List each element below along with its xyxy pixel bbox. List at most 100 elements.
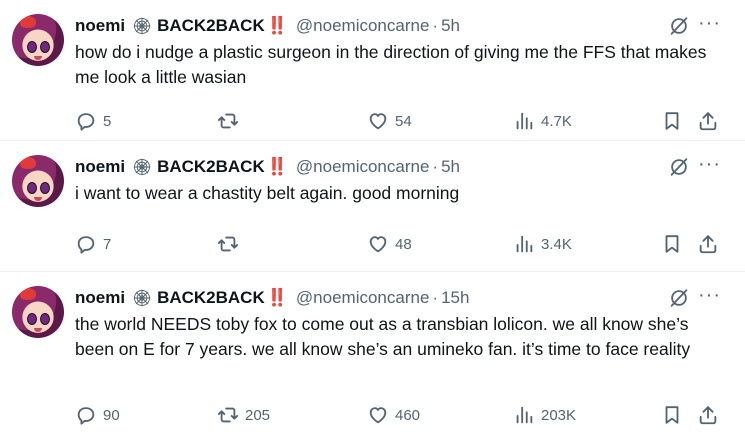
reply-count: 7 xyxy=(103,235,112,253)
spiderweb-icon xyxy=(133,17,151,35)
avatar-mouth xyxy=(34,56,42,60)
avatar-eye-right xyxy=(40,41,50,53)
avatar-mouth xyxy=(34,328,42,332)
share-button[interactable] xyxy=(697,402,719,428)
avatar[interactable] xyxy=(12,286,64,338)
reply-icon xyxy=(77,113,95,131)
retweet-icon xyxy=(217,113,239,129)
tweet-header: noemi BACK2BACK ‼️ @noemiconcarne · 5h xyxy=(75,14,655,38)
share-icon xyxy=(699,112,717,131)
share-button[interactable] xyxy=(697,108,719,134)
user-handle[interactable]: @noemiconcarne xyxy=(296,16,430,36)
display-name-suffix[interactable]: BACK2BACK xyxy=(157,157,265,177)
avatar-bow xyxy=(20,16,36,28)
action-bar: 5 54 4.7K xyxy=(75,108,725,134)
retweet-button[interactable] xyxy=(217,231,245,257)
reply-count: 90 xyxy=(103,406,120,424)
more-icon[interactable]: ··· xyxy=(698,153,721,176)
share-icon xyxy=(699,406,717,425)
avatar-eye-left xyxy=(27,41,37,53)
double-exclamation-emoji: ‼️ xyxy=(266,16,288,35)
views-button[interactable]: 3.4K xyxy=(513,231,572,257)
avatar-bow xyxy=(20,288,36,300)
display-name-suffix[interactable]: BACK2BACK xyxy=(157,288,265,308)
avatar[interactable] xyxy=(12,155,64,207)
heart-icon xyxy=(369,236,387,253)
grok-icon[interactable] xyxy=(668,15,690,37)
grok-icon[interactable] xyxy=(668,287,690,309)
tweet-header: noemi BACK2BACK ‼️ @noemiconcarne · 5h xyxy=(75,155,655,179)
avatar[interactable] xyxy=(12,14,64,66)
action-bar: 90 205 460 203K xyxy=(75,402,725,428)
retweet-icon xyxy=(217,407,239,423)
timestamp[interactable]: 15h xyxy=(441,288,469,308)
display-name[interactable]: noemi xyxy=(75,157,125,177)
reply-button[interactable]: 5 xyxy=(75,108,111,134)
tweet-text: i want to wear a chastity belt again. go… xyxy=(75,183,460,203)
avatar-eye-right xyxy=(40,182,50,194)
views-count: 4.7K xyxy=(541,112,572,130)
retweet-count: 205 xyxy=(245,406,271,424)
timestamp[interactable]: 5h xyxy=(441,16,460,36)
bookmark-button[interactable] xyxy=(661,231,683,257)
display-name-suffix[interactable]: BACK2BACK xyxy=(157,16,265,36)
display-name[interactable]: noemi xyxy=(75,288,125,308)
views-icon xyxy=(516,406,533,424)
views-button[interactable]: 203K xyxy=(513,402,576,428)
retweet-icon xyxy=(217,236,239,252)
heart-icon xyxy=(369,407,387,424)
like-button[interactable]: 48 xyxy=(367,231,412,257)
like-count: 460 xyxy=(395,406,421,424)
share-button[interactable] xyxy=(697,231,719,257)
views-icon xyxy=(516,112,533,130)
avatar-mouth xyxy=(34,197,42,201)
tweet-header: noemi BACK2BACK ‼️ @noemiconcarne · 15h xyxy=(75,286,655,310)
tweet-text: the world NEEDS toby fox to come out as … xyxy=(75,314,691,359)
timestamp[interactable]: 5h xyxy=(441,157,460,177)
tweet[interactable]: noemi BACK2BACK ‼️ @noemiconcarne · 15h … xyxy=(0,272,745,440)
more-icon[interactable]: ··· xyxy=(698,12,721,35)
share-icon xyxy=(699,235,717,254)
like-count: 48 xyxy=(395,235,412,253)
retweet-button[interactable] xyxy=(217,108,245,134)
bookmark-button[interactable] xyxy=(661,402,683,428)
reply-icon xyxy=(77,236,95,254)
bookmark-icon xyxy=(665,406,679,424)
avatar-bow xyxy=(20,157,36,169)
reply-button[interactable]: 7 xyxy=(75,231,111,257)
grok-icon[interactable] xyxy=(668,156,690,178)
more-icon[interactable]: ··· xyxy=(698,284,721,307)
reply-button[interactable]: 90 xyxy=(75,402,120,428)
tweet-text: how do i nudge a plastic surgeon in the … xyxy=(75,42,707,87)
views-icon xyxy=(516,235,533,253)
avatar-eye-right xyxy=(40,313,50,325)
separator-dot: · xyxy=(432,16,439,35)
reply-icon xyxy=(77,407,95,425)
bookmark-icon xyxy=(665,235,679,253)
heart-icon xyxy=(369,113,387,130)
double-exclamation-emoji: ‼️ xyxy=(266,157,288,176)
double-exclamation-emoji: ‼️ xyxy=(266,288,288,307)
like-button[interactable]: 460 xyxy=(367,402,420,428)
bookmark-button[interactable] xyxy=(661,108,683,134)
spiderweb-icon xyxy=(133,289,151,307)
like-button[interactable]: 54 xyxy=(367,108,412,134)
user-handle[interactable]: @noemiconcarne xyxy=(296,157,430,177)
separator-dot: · xyxy=(432,157,439,176)
display-name[interactable]: noemi xyxy=(75,16,125,36)
views-count: 203K xyxy=(541,406,577,424)
avatar-eye-left xyxy=(27,313,37,325)
separator-dot: · xyxy=(432,288,439,307)
spiderweb-icon xyxy=(133,158,151,176)
user-handle[interactable]: @noemiconcarne xyxy=(296,288,430,308)
views-count: 3.4K xyxy=(541,235,572,253)
avatar-eye-left xyxy=(27,182,37,194)
retweet-button[interactable]: 205 xyxy=(217,402,270,428)
like-count: 54 xyxy=(395,112,412,130)
tweet[interactable]: noemi BACK2BACK ‼️ @noemiconcarne · 5h ·… xyxy=(0,0,745,141)
bookmark-icon xyxy=(665,112,679,130)
tweet[interactable]: noemi BACK2BACK ‼️ @noemiconcarne · 5h ·… xyxy=(0,141,745,272)
reply-count: 5 xyxy=(103,112,112,130)
views-button[interactable]: 4.7K xyxy=(513,108,572,134)
action-bar: 7 48 3.4K xyxy=(75,231,725,257)
